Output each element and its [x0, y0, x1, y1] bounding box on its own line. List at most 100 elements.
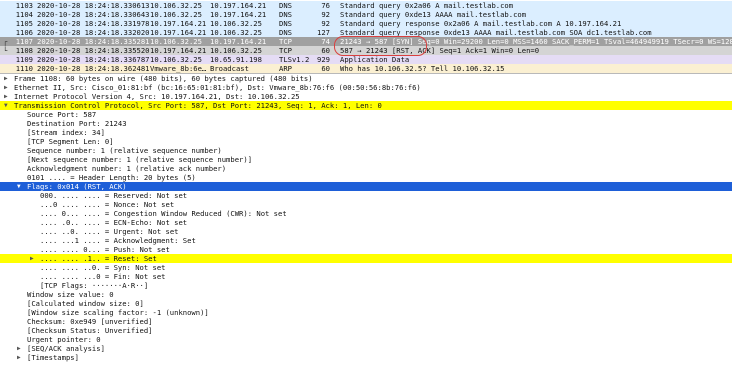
- tree-field[interactable]: 0101 .... = Header Length: 20 bytes (5): [0, 173, 732, 182]
- tree-field[interactable]: Acknowledgment number: 1 (relative ack n…: [0, 164, 732, 173]
- packet-number: 1106: [15, 28, 33, 37]
- packet-time: 2020-10-28 18:24:18.335281: [37, 37, 150, 46]
- packet-row[interactable]: 1105 2020-10-28 18:24:18.331978 10.197.164…: [0, 19, 732, 28]
- tree-node[interactable]: ▶ Frame 1108: 60 bytes on wire (480 bits)…: [0, 74, 732, 83]
- tree-label: [SEQ/ACK analysis]: [27, 344, 105, 353]
- tree-node[interactable]: ▶ .... .... .1.. = Reset: Set: [0, 254, 732, 263]
- packet-info: Application Data: [340, 55, 410, 64]
- packet-source: 10.106.32.25: [150, 10, 202, 19]
- expand-closed-icon[interactable]: ▶: [30, 254, 34, 263]
- tree-field[interactable]: [TCP Segment Len: 0]: [0, 137, 732, 146]
- packet-length: 74: [321, 37, 330, 46]
- packet-source: 10.106.32.25: [150, 37, 202, 46]
- tree-label: Checksum: 0xe949 [unverified]: [27, 317, 153, 326]
- packet-destination: 10.65.91.198: [210, 55, 262, 64]
- tree-field[interactable]: Sequence number: 1 (relative sequence nu…: [0, 146, 732, 155]
- tree-field[interactable]: [Window size scaling factor: -1 (unknown…: [0, 308, 732, 317]
- expand-open-icon[interactable]: ▼: [17, 182, 21, 191]
- tree-label: 0101 .... = Header Length: 20 bytes (5): [27, 173, 196, 182]
- tree-field[interactable]: .... 0... .... = Congestion Window Reduc…: [0, 209, 732, 218]
- packet-number: 1109: [15, 55, 33, 64]
- tree-field[interactable]: [Checksum Status: Unverified]: [0, 326, 732, 335]
- packet-time: 2020-10-28 18:24:18.331978: [37, 19, 150, 28]
- tree-field[interactable]: [Stream index: 34]: [0, 128, 732, 137]
- packet-time: 2020-10-28 18:24:18.332020: [37, 28, 150, 37]
- tree-field[interactable]: .... .... ...0 = Fin: Not set: [0, 272, 732, 281]
- packet-destination: Broadcast: [210, 64, 249, 73]
- tree-field[interactable]: [Next sequence number: 1 (relative seque…: [0, 155, 732, 164]
- packet-row[interactable]: 1110 2020-10-28 18:24:18.362481 Vmware_8b:…: [0, 64, 732, 73]
- packet-length: 60: [321, 46, 330, 55]
- tree-field[interactable]: Source Port: 587: [0, 110, 732, 119]
- packet-destination: 10.197.164.21: [210, 1, 267, 10]
- expand-closed-icon[interactable]: ▶: [4, 92, 8, 101]
- tree-node[interactable]: ▶ [SEQ/ACK analysis]: [0, 344, 732, 353]
- tree-node[interactable]: ▶ Ethernet II, Src: Cisco_01:81:bf (bc:16…: [0, 83, 732, 92]
- tree-label: Urgent pointer: 0: [27, 335, 101, 344]
- packet-destination: 10.106.32.25: [210, 19, 262, 28]
- tree-label: [Stream index: 34]: [27, 128, 105, 137]
- packet-time: 2020-10-28 18:24:18.330613: [37, 1, 150, 10]
- expand-open-icon[interactable]: ▼: [4, 101, 8, 110]
- packet-row[interactable]: 1104 2020-10-28 18:24:18.330643 10.106.32.…: [0, 10, 732, 19]
- tree-label: [TCP Flags: ·······A·R··]: [40, 281, 149, 290]
- packet-source: 10.197.164.21: [150, 19, 207, 28]
- packet-destination: 10.197.164.21: [210, 10, 267, 19]
- tree-node[interactable]: ▼ Flags: 0x014 (RST, ACK): [0, 182, 732, 191]
- tree-label: [TCP Segment Len: 0]: [27, 137, 114, 146]
- tree-field[interactable]: .... ..0. .... = Urgent: Not set: [0, 227, 732, 236]
- tree-node[interactable]: ▼ Transmission Control Protocol, Src Port…: [0, 101, 732, 110]
- tree-field[interactable]: .... .... 0... = Push: Not set: [0, 245, 732, 254]
- tree-field[interactable]: [Calculated window size: 0]: [0, 299, 732, 308]
- tree-label: .... .... 0... = Push: Not set: [40, 245, 170, 254]
- packet-protocol: DNS: [279, 1, 292, 10]
- packet-time: 2020-10-28 18:24:18.362481: [37, 64, 150, 73]
- packet-info: Standard query response 0x2a06 A mail.te…: [340, 19, 622, 28]
- packet-row[interactable]: 1109 2020-10-28 18:24:18.336787 10.106.32.…: [0, 55, 732, 64]
- tree-label: Acknowledgment number: 1 (relative ack n…: [27, 164, 227, 173]
- expand-closed-icon[interactable]: ▶: [4, 74, 8, 83]
- expand-closed-icon[interactable]: ▶: [17, 344, 21, 353]
- conversation-highlight-oval: [334, 36, 427, 56]
- packet-number: 1110: [15, 64, 33, 73]
- packet-protocol: DNS: [279, 10, 292, 19]
- tree-field[interactable]: [TCP Flags: ·······A·R··]: [0, 281, 732, 290]
- packet-time: 2020-10-28 18:24:18.335520: [37, 46, 150, 55]
- tree-field[interactable]: .... ...1 .... = Acknowledgment: Set: [0, 236, 732, 245]
- packet-length: 76: [321, 1, 330, 10]
- tree-label: Source Port: 587: [27, 110, 97, 119]
- tree-label: 000. .... .... = Reserved: Not set: [40, 191, 188, 200]
- tree-field[interactable]: Checksum: 0xe949 [unverified]: [0, 317, 732, 326]
- tree-label: [Calculated window size: 0]: [27, 299, 144, 308]
- packet-protocol: TCP: [279, 37, 292, 46]
- packet-info: Who has 10.106.32.5? Tell 10.106.32.15: [340, 64, 505, 73]
- tree-label: [Window size scaling factor: -1 (unknown…: [27, 308, 209, 317]
- tree-label: .... .... ...0 = Fin: Not set: [40, 272, 166, 281]
- tree-label: Destination Port: 21243: [27, 119, 127, 128]
- tree-node[interactable]: ▶ [Timestamps]: [0, 353, 732, 362]
- tree-field[interactable]: .... .... ..0. = Syn: Not set: [0, 263, 732, 272]
- tree-label: Sequence number: 1 (relative sequence nu…: [27, 146, 222, 155]
- tree-field[interactable]: Destination Port: 21243: [0, 119, 732, 128]
- expand-closed-icon[interactable]: ▶: [17, 353, 21, 362]
- tree-label: ...0 .... .... = Nonce: Not set: [40, 200, 175, 209]
- tree-field[interactable]: ...0 .... .... = Nonce: Not set: [0, 200, 732, 209]
- packet-source: 10.106.32.25: [150, 1, 202, 10]
- packet-protocol: DNS: [279, 19, 292, 28]
- packet-source: 10.197.164.21: [150, 28, 207, 37]
- tree-field[interactable]: Window size value: 0: [0, 290, 732, 299]
- tree-field[interactable]: Urgent pointer: 0: [0, 335, 732, 344]
- packet-length: 929: [317, 55, 330, 64]
- tree-field[interactable]: 000. .... .... = Reserved: Not set: [0, 191, 732, 200]
- packet-number: 1105: [15, 19, 33, 28]
- packet-protocol: TCP: [279, 46, 292, 55]
- tree-field[interactable]: .... .0.. .... = ECN-Echo: Not set: [0, 218, 732, 227]
- expand-closed-icon[interactable]: ▶: [4, 83, 8, 92]
- tree-label: Flags: 0x014 (RST, ACK): [27, 182, 127, 191]
- packet-row[interactable]: 1103 2020-10-28 18:24:18.330613 10.106.32.…: [0, 1, 732, 10]
- tree-node[interactable]: ▶ Internet Protocol Version 4, Src: 10.19…: [0, 92, 732, 101]
- packet-info: Standard query 0xde13 AAAA mail.testlab.…: [340, 10, 527, 19]
- packet-details-tree[interactable]: ▶ Frame 1108: 60 bytes on wire (480 bits)…: [0, 74, 732, 371]
- packet-protocol: DNS: [279, 28, 292, 37]
- tree-label: Frame 1108: 60 bytes on wire (480 bits),…: [14, 74, 313, 83]
